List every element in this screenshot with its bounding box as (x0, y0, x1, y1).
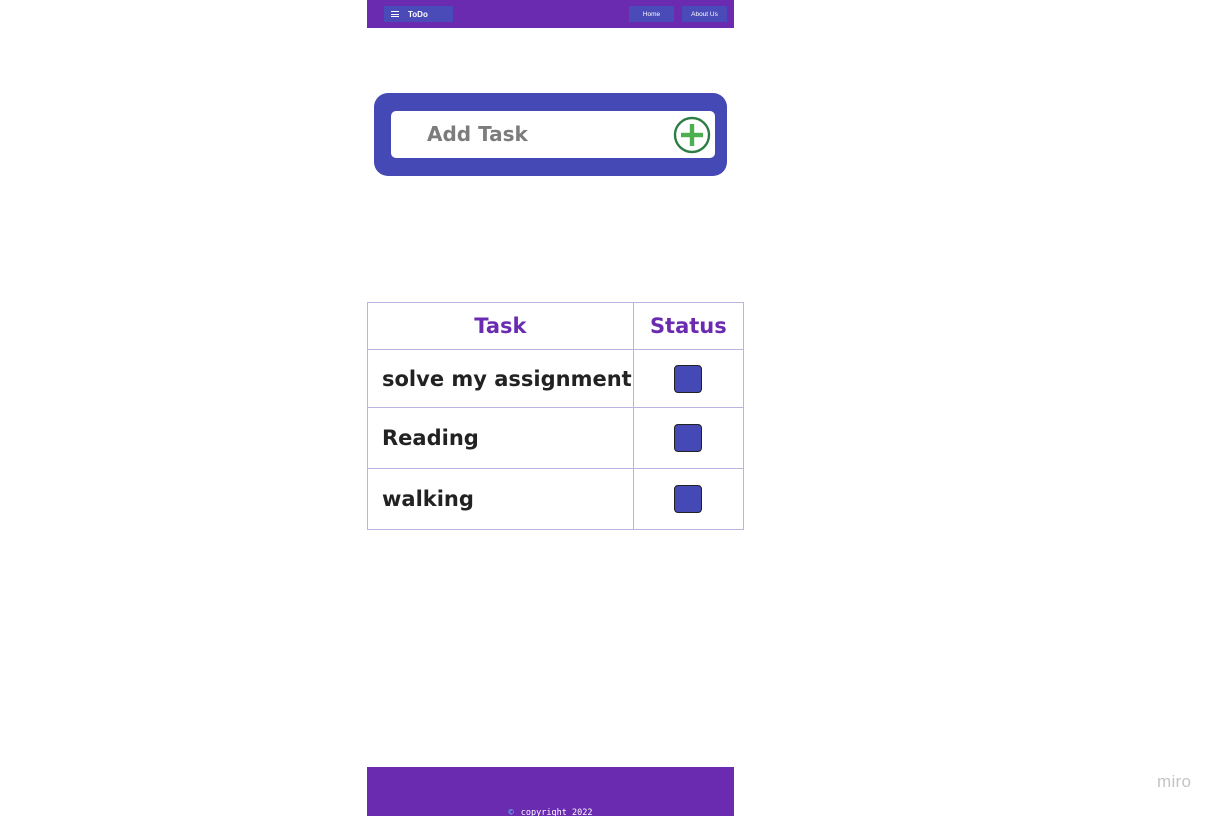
table-row: solve my assignment (367, 349, 745, 408)
plus-circle-icon[interactable] (673, 116, 711, 154)
status-checkbox[interactable] (674, 364, 703, 393)
table-header-row: Task Status (367, 302, 745, 350)
status-cell (632, 407, 745, 469)
top-navbar: ToDo Home About Us (367, 0, 734, 28)
brand-label: ToDo (408, 9, 428, 19)
hamburger-icon[interactable] (391, 10, 399, 19)
home-link[interactable]: Home (629, 6, 674, 22)
copyright-icon: © (508, 808, 514, 816)
nav-brand[interactable]: ToDo (384, 6, 453, 22)
task-table: Task Status solve my assignment Reading … (367, 302, 745, 530)
status-checkbox[interactable] (674, 485, 703, 513)
status-cell (632, 468, 745, 530)
task-name: Reading (367, 407, 634, 469)
page-footer: © copyright 2022 (367, 767, 734, 816)
status-checkbox[interactable] (674, 424, 703, 452)
copyright-label: copyright 2022 (520, 808, 593, 816)
task-name: walking (367, 468, 634, 530)
add-task-input[interactable] (417, 119, 687, 149)
miro-watermark: miro (1157, 772, 1192, 791)
table-row: walking (367, 468, 745, 530)
task-name: solve my assignment (367, 349, 634, 408)
table-row: Reading (367, 407, 745, 469)
add-task-box (391, 111, 715, 158)
task-column-header: Task (367, 302, 634, 350)
about-us-link[interactable]: About Us (682, 6, 727, 22)
status-cell (632, 349, 745, 408)
page: ToDo Home About Us Task Status solve my … (0, 0, 1224, 816)
status-column-header: Status (632, 302, 745, 350)
copyright-text: © copyright 2022 (367, 808, 734, 816)
add-task-card (374, 93, 727, 176)
